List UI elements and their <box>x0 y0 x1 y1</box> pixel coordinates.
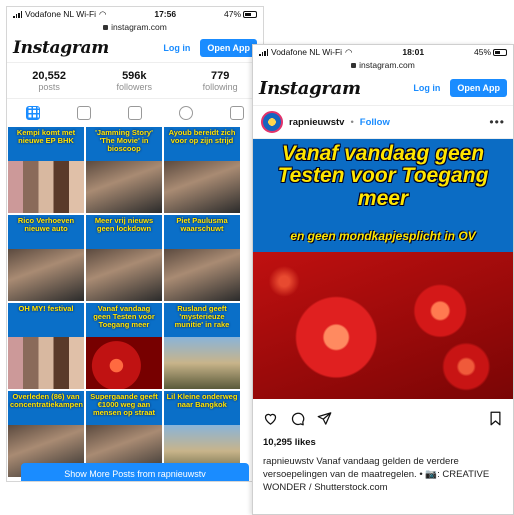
post-image <box>164 249 240 301</box>
username-link[interactable]: rapnieuwstv <box>289 117 344 128</box>
post-image[interactable]: Vanaf vandaag geen Testen voor Toegang m… <box>253 139 513 399</box>
instagram-header: Instagram Log in Open App <box>7 33 263 63</box>
battery-icon <box>493 48 507 56</box>
stat-label: following <box>202 82 238 92</box>
stat-following[interactable]: 779 following <box>203 70 238 92</box>
post-caption: rapnieuwstv Vanaf vandaag gelden de verd… <box>253 448 513 494</box>
url-text: instagram.com <box>111 22 167 32</box>
stat-value: 779 <box>210 70 230 82</box>
show-more-posts-button[interactable]: Show More Posts from rapnieuwstv <box>21 463 249 481</box>
igtv-icon[interactable] <box>76 105 91 120</box>
post-thumbnail[interactable]: Rico Verhoeven nieuwe auto <box>8 215 84 301</box>
instagram-logo[interactable]: Instagram <box>13 38 109 58</box>
caption-username[interactable]: rapnieuwstv <box>263 456 314 467</box>
post-thumbnail[interactable]: Kempi komt met nieuwe EP BHK <box>8 127 84 213</box>
signal-icon <box>13 10 22 18</box>
post-caption: Rico Verhoeven nieuwe auto <box>17 216 75 233</box>
login-link[interactable]: Log in <box>163 43 190 53</box>
composite-screenshot: Vodafone NL Wi-Fi ◠ 17:56 47% instagram.… <box>0 0 514 515</box>
carrier: Vodafone NL Wi-Fi <box>271 47 343 57</box>
profile-page-screenshot: Vodafone NL Wi-Fi ◠ 17:56 47% instagram.… <box>6 6 264 482</box>
share-icon[interactable] <box>317 411 332 426</box>
stat-value: 596k <box>122 70 147 82</box>
post-caption: Supergaande geeft €1000 weg aan mensen o… <box>90 392 158 417</box>
lock-icon <box>103 24 109 30</box>
likes-count[interactable]: 10,295 likes <box>253 437 513 448</box>
address-bar[interactable]: instagram.com <box>7 21 263 33</box>
grid-icon[interactable] <box>25 105 40 120</box>
post-image <box>86 249 162 301</box>
post-image <box>8 161 84 213</box>
post-page-screenshot: Vodafone NL Wi-Fi ◠ 18:01 45% instagram.… <box>252 44 514 515</box>
virus-illustration <box>253 252 513 399</box>
heart-icon[interactable] <box>263 411 278 426</box>
signal-icon <box>259 48 268 56</box>
post-caption: Vanaf vandaag geen Testen voor Toegang m… <box>93 304 155 329</box>
profile-stats: 20,552 posts 596k followers 779 followin… <box>7 63 263 92</box>
post-caption: Meer vrij nieuws geen lockdown <box>94 216 154 233</box>
stat-label: posts <box>38 82 60 92</box>
post-caption: Lil Kleine onderweg naar Bangkok <box>166 392 238 409</box>
post-subheadline: en geen mondkapjesplicht in OV <box>290 229 476 243</box>
open-app-button[interactable]: Open App <box>200 38 257 57</box>
instagram-logo[interactable]: Instagram <box>259 78 361 99</box>
post-author-row: rapnieuwstv • Follow ••• <box>253 105 513 139</box>
stat-label: followers <box>116 82 153 92</box>
post-image <box>164 161 240 213</box>
carrier: Vodafone NL Wi-Fi <box>25 9 97 19</box>
post-caption: Rusland geeft 'mysterieuze munitie' in r… <box>174 304 230 329</box>
post-thumbnail[interactable]: Piet Paulusma waarschuwt <box>164 215 240 301</box>
post-caption: OH MY! festival <box>18 304 74 313</box>
post-image <box>8 337 84 389</box>
video-icon[interactable] <box>179 105 194 120</box>
more-options-icon[interactable]: ••• <box>489 115 505 129</box>
post-caption: Piet Paulusma waarschuwt <box>176 216 228 233</box>
post-headline: Vanaf vandaag geen Testen voor Toegang m… <box>277 142 489 210</box>
post-image <box>164 337 240 389</box>
clock: 18:01 <box>402 47 425 57</box>
avatar[interactable] <box>261 111 283 133</box>
post-thumbnail[interactable]: Vanaf vandaag geen Testen voor Toegang m… <box>86 303 162 389</box>
stat-value: 20,552 <box>32 70 66 82</box>
follow-button[interactable]: Follow <box>360 117 390 128</box>
wifi-icon: ◠ <box>345 46 353 57</box>
stat-followers[interactable]: 596k followers <box>117 70 153 92</box>
open-app-button[interactable]: Open App <box>450 79 507 97</box>
post-thumbnail[interactable]: 'Jamming Story' 'The Movie' in bioscoop <box>86 127 162 213</box>
post-thumbnail[interactable]: Meer vrij nieuws geen lockdown <box>86 215 162 301</box>
post-caption: Ayoub bereidt zich voor op zijn strijd <box>168 128 236 145</box>
battery-percent: 47% <box>223 9 241 19</box>
bookmark-icon[interactable] <box>488 411 503 426</box>
status-bar: Vodafone NL Wi-Fi ◠ 18:01 45% <box>253 45 513 59</box>
stat-posts: 20,552 posts <box>32 70 66 92</box>
battery-percent: 45% <box>473 47 491 57</box>
post-image <box>8 249 84 301</box>
lock-icon <box>351 62 357 68</box>
status-bar: Vodafone NL Wi-Fi ◠ 17:56 47% <box>7 7 263 21</box>
post-grid: Kempi komt met nieuwe EP BHK 'Jamming St… <box>7 127 263 477</box>
post-caption: 'Jamming Story' 'The Movie' in bioscoop <box>95 128 153 153</box>
separator-dot: • <box>350 116 354 128</box>
post-thumbnail[interactable]: Ayoub bereidt zich voor op zijn strijd <box>164 127 240 213</box>
comment-icon[interactable] <box>290 411 305 426</box>
url-text: instagram.com <box>359 60 415 70</box>
clock: 17:56 <box>154 9 177 19</box>
login-link[interactable]: Log in <box>413 83 440 93</box>
reels-icon[interactable] <box>127 105 142 120</box>
post-actions <box>253 399 513 437</box>
post-thumbnail[interactable]: Rusland geeft 'mysterieuze munitie' in r… <box>164 303 240 389</box>
instagram-header: Instagram Log in Open App <box>253 71 513 105</box>
battery-icon <box>243 10 257 18</box>
address-bar[interactable]: instagram.com <box>253 59 513 71</box>
post-image <box>86 337 162 389</box>
post-caption: Overleden (86) van concentratiekampen <box>10 392 83 409</box>
tagged-icon[interactable] <box>230 105 245 120</box>
post-image <box>86 161 162 213</box>
wifi-icon: ◠ <box>99 8 107 19</box>
post-caption: Kempi komt met nieuwe EP BHK <box>16 128 76 145</box>
profile-tabs <box>7 98 263 126</box>
post-thumbnail[interactable]: OH MY! festival <box>8 303 84 389</box>
